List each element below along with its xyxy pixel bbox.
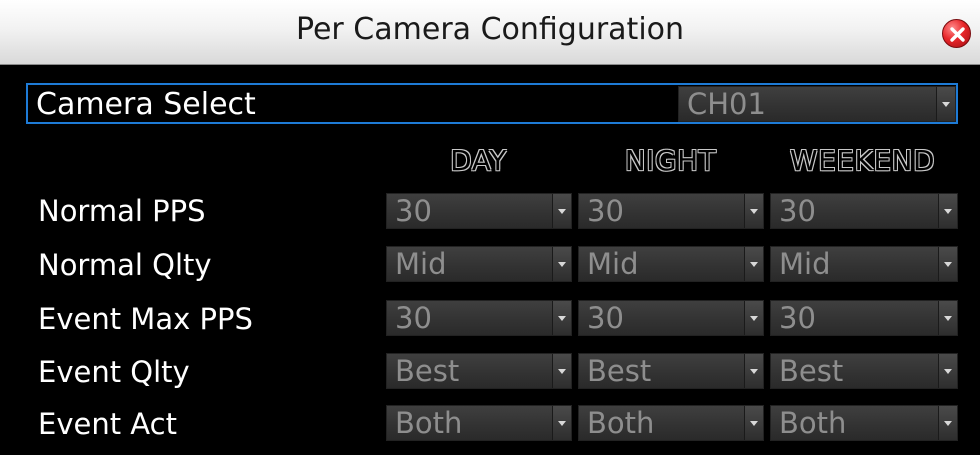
column-header-night: NIGHT xyxy=(624,144,717,177)
title-bar: Per Camera Configuration xyxy=(0,0,980,65)
normal-qlty-weekend-dropdown[interactable]: Mid xyxy=(770,246,958,282)
dropdown-arrow[interactable] xyxy=(552,247,571,281)
row-label-normal-qlty: Normal Qlty xyxy=(38,248,212,282)
dropdown-value: Mid xyxy=(395,247,447,281)
chevron-down-icon xyxy=(944,369,952,374)
row-label-event-act: Event Act xyxy=(38,407,177,441)
normal-pps-night-dropdown[interactable]: 30 xyxy=(578,193,764,229)
per-camera-config-window: Per Camera Configuration Camera Select C… xyxy=(0,0,980,455)
column-header-day: DAY xyxy=(450,144,507,177)
chevron-down-icon xyxy=(558,421,566,426)
dropdown-arrow[interactable] xyxy=(938,194,957,228)
chevron-down-icon xyxy=(944,421,952,426)
normal-pps-day-dropdown[interactable]: 30 xyxy=(386,193,572,229)
chevron-down-icon xyxy=(750,262,758,267)
event-act-night-dropdown[interactable]: Both xyxy=(578,405,764,441)
event-max-pps-day-dropdown[interactable]: 30 xyxy=(386,300,572,336)
dropdown-arrow[interactable] xyxy=(552,406,571,440)
chevron-down-icon xyxy=(750,209,758,214)
dropdown-value: Both xyxy=(587,406,655,440)
dropdown-arrow[interactable] xyxy=(552,301,571,335)
dropdown-arrow[interactable] xyxy=(938,406,957,440)
row-label-normal-pps: Normal PPS xyxy=(38,194,206,228)
window-title: Per Camera Configuration xyxy=(295,12,685,47)
dropdown-arrow[interactable] xyxy=(552,354,571,388)
normal-qlty-day-dropdown[interactable]: Mid xyxy=(386,246,572,282)
chevron-down-icon xyxy=(558,262,566,267)
dropdown-arrow[interactable] xyxy=(744,406,763,440)
close-icon xyxy=(950,27,965,42)
camera-select-label: Camera Select xyxy=(36,87,256,122)
dropdown-value: Best xyxy=(779,354,844,388)
dropdown-value: 30 xyxy=(587,301,624,335)
dropdown-value: Best xyxy=(395,354,460,388)
event-max-pps-weekend-dropdown[interactable]: 30 xyxy=(770,300,958,336)
dropdown-value: 30 xyxy=(395,194,432,228)
normal-qlty-night-dropdown[interactable]: Mid xyxy=(578,246,764,282)
chevron-down-icon xyxy=(944,316,952,321)
dropdown-value: Mid xyxy=(587,247,639,281)
dropdown-arrow[interactable] xyxy=(552,194,571,228)
event-qlty-night-dropdown[interactable]: Best xyxy=(578,353,764,389)
close-button[interactable] xyxy=(942,19,971,48)
dropdown-value: 30 xyxy=(779,194,816,228)
chevron-down-icon xyxy=(558,209,566,214)
camera-select-row: Camera Select CH01 xyxy=(26,83,958,124)
dropdown-arrow[interactable] xyxy=(744,301,763,335)
dropdown-value: Best xyxy=(587,354,652,388)
event-qlty-day-dropdown[interactable]: Best xyxy=(386,353,572,389)
dropdown-arrow[interactable] xyxy=(744,247,763,281)
chevron-down-icon xyxy=(750,316,758,321)
normal-pps-weekend-dropdown[interactable]: 30 xyxy=(770,193,958,229)
event-max-pps-night-dropdown[interactable]: 30 xyxy=(578,300,764,336)
chevron-down-icon xyxy=(558,369,566,374)
chevron-down-icon xyxy=(944,262,952,267)
dropdown-arrow[interactable] xyxy=(938,354,957,388)
dropdown-value: 30 xyxy=(779,301,816,335)
chevron-down-icon xyxy=(942,102,950,107)
column-header-weekend: WEEKEND xyxy=(789,144,936,177)
chevron-down-icon xyxy=(750,421,758,426)
dropdown-value: Both xyxy=(779,406,847,440)
dropdown-arrow[interactable] xyxy=(744,194,763,228)
event-act-day-dropdown[interactable]: Both xyxy=(386,405,572,441)
dropdown-arrow[interactable] xyxy=(936,87,955,121)
dropdown-value: Mid xyxy=(779,247,831,281)
dropdown-arrow[interactable] xyxy=(938,247,957,281)
event-qlty-weekend-dropdown[interactable]: Best xyxy=(770,353,958,389)
dropdown-arrow[interactable] xyxy=(744,354,763,388)
row-label-event-qlty: Event Qlty xyxy=(38,355,190,389)
dropdown-value: 30 xyxy=(395,301,432,335)
chevron-down-icon xyxy=(750,369,758,374)
event-act-weekend-dropdown[interactable]: Both xyxy=(770,405,958,441)
row-label-event-max-pps: Event Max PPS xyxy=(38,302,253,336)
camera-select-dropdown[interactable]: CH01 xyxy=(678,86,956,122)
chevron-down-icon xyxy=(944,209,952,214)
dropdown-value: 30 xyxy=(587,194,624,228)
dropdown-arrow[interactable] xyxy=(938,301,957,335)
chevron-down-icon xyxy=(558,316,566,321)
camera-select-value: CH01 xyxy=(687,87,766,121)
dropdown-value: Both xyxy=(395,406,463,440)
